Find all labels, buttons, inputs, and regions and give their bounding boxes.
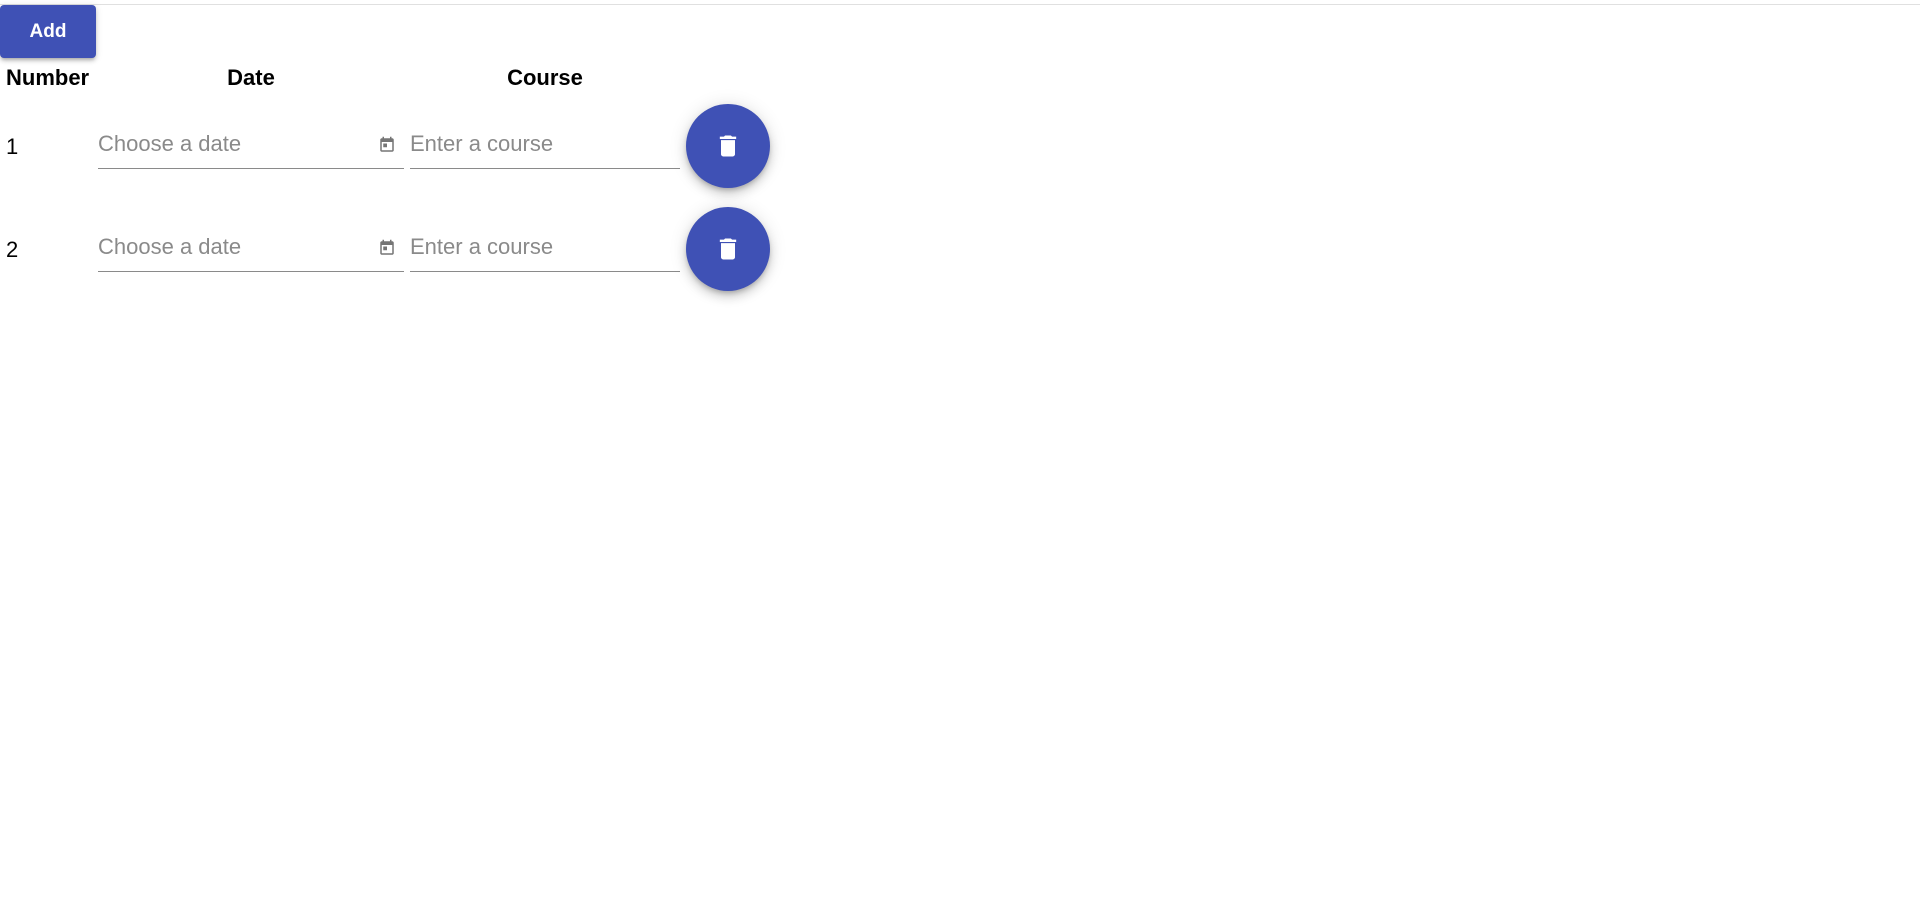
calendar-icon[interactable] [378, 239, 396, 257]
column-header-date: Date [227, 65, 275, 90]
table-row: 2 [0, 207, 800, 297]
course-field [410, 124, 680, 169]
date-input[interactable] [98, 227, 368, 267]
column-header-number: Number [6, 65, 90, 90]
add-button[interactable]: Add [0, 5, 96, 58]
row-number: 2 [6, 237, 19, 262]
row-number: 1 [6, 134, 19, 159]
column-header-course: Course [507, 65, 583, 90]
date-field [98, 227, 404, 272]
date-input[interactable] [98, 124, 368, 164]
table-row: 1 [0, 104, 800, 194]
trash-icon [719, 238, 737, 260]
trash-icon [719, 135, 737, 157]
delete-row-button[interactable] [686, 104, 770, 188]
course-input[interactable] [410, 227, 680, 267]
delete-row-button[interactable] [686, 207, 770, 291]
course-field [410, 227, 680, 272]
date-field [98, 124, 404, 169]
calendar-icon[interactable] [378, 136, 396, 154]
top-divider [0, 4, 1920, 5]
course-input[interactable] [410, 124, 680, 164]
